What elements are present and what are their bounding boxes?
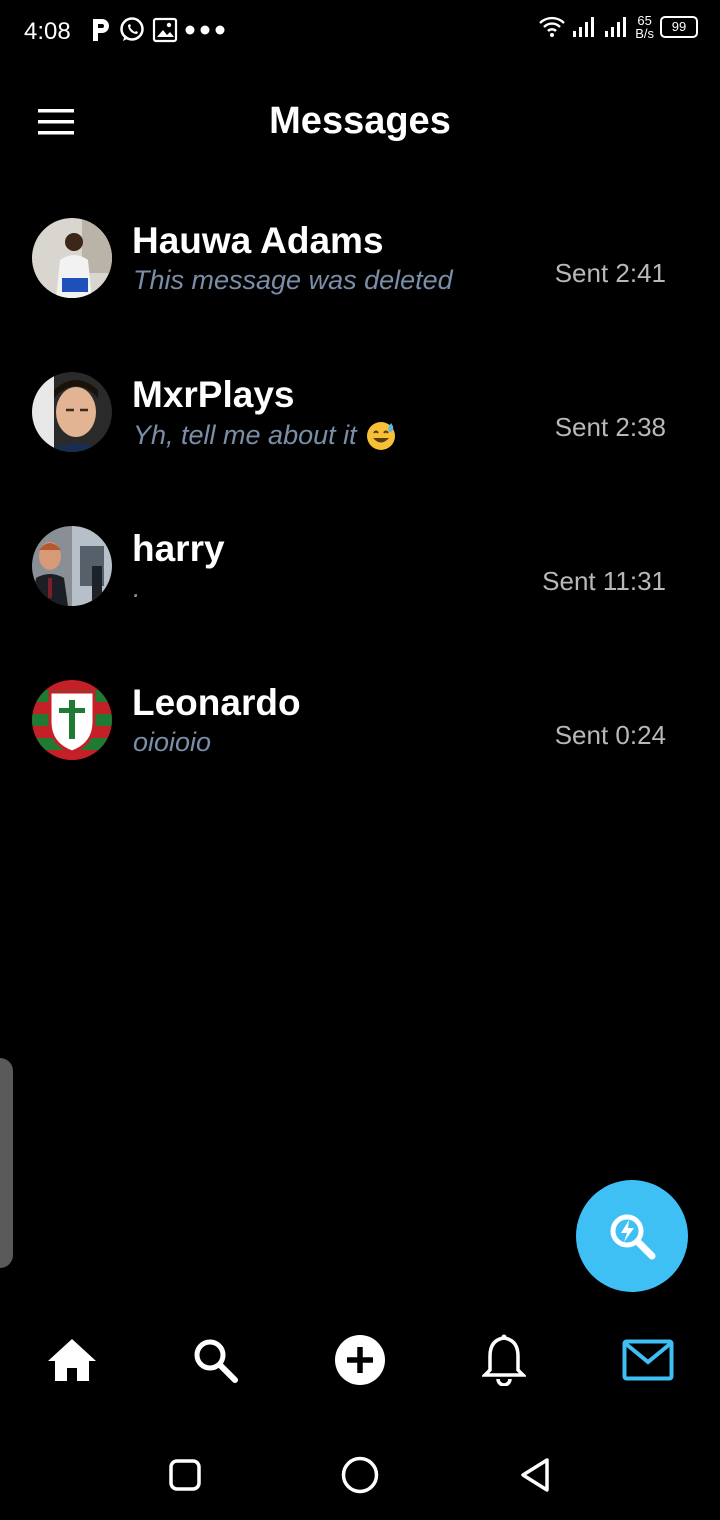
status-bar: 4:08 65 B/s 99 [0,0,720,64]
new-message-fab[interactable] [576,1180,688,1292]
back-button[interactable] [510,1450,560,1500]
status-time: 4:08 [24,18,71,45]
bottom-navigation [0,1316,720,1400]
network-speed: 65 B/s [635,14,654,40]
system-navigation-bar [0,1430,720,1520]
sent-time: Sent 2:41 [554,258,666,288]
preview-text: Yh, tell me about it [133,419,357,450]
avatar[interactable] [32,526,112,606]
bell-icon [482,1334,526,1386]
contact-name: harry [132,528,225,569]
sent-time: Sent 11:31 [542,566,666,596]
speed-unit: B/s [635,26,654,41]
preview-text: . [133,573,141,603]
contact-name: Hauwa Adams [132,220,384,261]
contact-name: MxrPlays [132,374,295,415]
p-icon [93,19,109,41]
conversation-item[interactable]: MxrPlays Yh, tell me about it Sent 2:38 [0,346,720,500]
nav-search[interactable] [185,1330,245,1390]
system-icons: 65 B/s 99 [539,14,698,40]
signal-icon [573,17,595,37]
conversation-item[interactable]: Leonardo oioioio Sent 0:24 [0,654,720,808]
nav-create[interactable] [330,1330,390,1390]
recents-icon [169,1459,201,1491]
back-triangle-icon [521,1458,549,1492]
search-icon [194,1339,238,1383]
edge-panel-handle[interactable] [0,1058,13,1268]
recents-button[interactable] [160,1450,210,1500]
preview-text: This message was deleted [133,265,453,295]
battery-indicator: 99 [660,16,698,38]
add-circle-icon [335,1335,385,1385]
avatar[interactable] [32,218,112,298]
wifi-icon [539,16,566,37]
avatar[interactable] [32,680,112,760]
avatar[interactable] [32,372,112,452]
mail-icon [622,1339,674,1381]
sent-time: Sent 0:24 [554,720,666,750]
message-preview: . [133,573,141,604]
whatsapp-icon [120,17,144,41]
preview-text: oioioio [133,727,212,757]
image-icon [152,17,178,43]
sweat-smile-emoji-icon [366,422,395,450]
signal-icon [605,17,627,37]
nav-messages[interactable] [618,1330,678,1390]
notification-icons [90,16,226,44]
conversation-list: Hauwa Adams This message was deleted Sen… [0,192,720,808]
lightning-search-icon [610,1214,656,1260]
nav-home[interactable] [42,1330,102,1390]
home-circle-icon [341,1456,379,1494]
nav-notifications[interactable] [474,1330,534,1390]
page-title: Messages [269,100,451,142]
home-icon [48,1339,96,1381]
message-preview: oioioio [133,727,211,758]
contact-name: Leonardo [132,682,301,723]
message-preview: Yh, tell me about it [133,419,397,451]
app-bar: Messages [0,80,720,164]
home-button[interactable] [335,1450,385,1500]
conversation-item[interactable]: Hauwa Adams This message was deleted Sen… [0,192,720,346]
more-dots-icon [185,25,225,35]
conversation-item[interactable]: harry . Sent 11:31 [0,500,720,654]
message-preview: This message was deleted [133,265,453,296]
sent-time: Sent 2:38 [554,412,666,442]
